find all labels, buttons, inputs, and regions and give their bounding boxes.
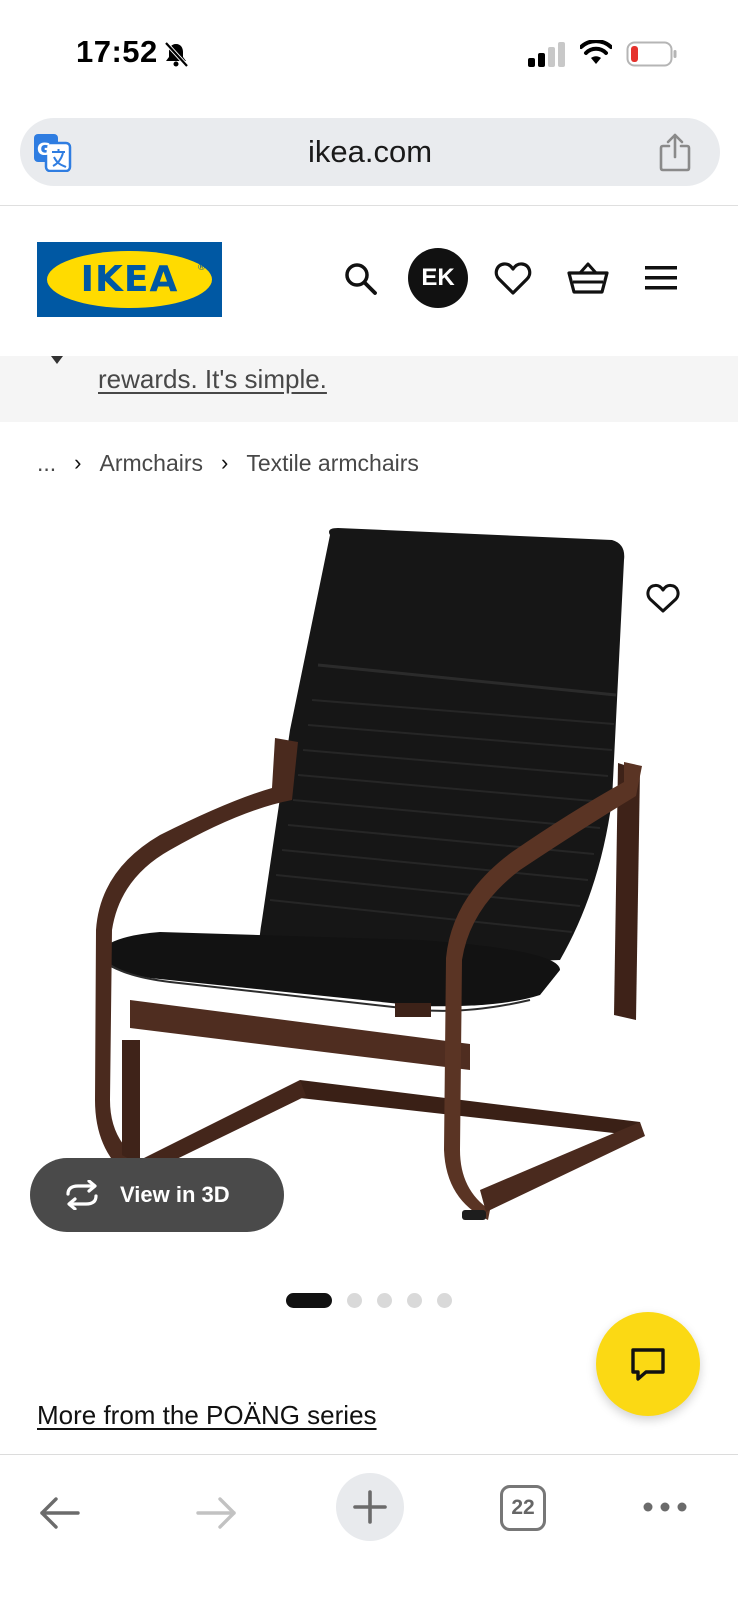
search-icon[interactable] — [343, 261, 379, 297]
chevron-right-icon: › — [74, 450, 82, 475]
tabs-button[interactable]: 22 — [500, 1485, 546, 1531]
bell-slash-icon — [164, 41, 189, 68]
chat-bubble-icon — [631, 1348, 665, 1381]
browser-toolbar: 22 — [0, 1454, 738, 1600]
battery-low-icon — [626, 41, 677, 67]
rotate-3d-icon — [66, 1180, 98, 1210]
pager-dot-active[interactable] — [286, 1292, 332, 1308]
breadcrumb-armchairs[interactable]: Armchairs — [100, 450, 204, 477]
ikea-logo[interactable]: IKEA ® — [37, 242, 222, 317]
chevron-right-icon: › — [221, 450, 229, 475]
cellular-signal-icon — [528, 42, 565, 67]
product-image[interactable] — [0, 500, 738, 1260]
view-in-3d-label: View in 3D — [120, 1182, 230, 1207]
site-header: IKEA ® EK — [0, 206, 738, 356]
promo-link[interactable]: rewards. It's simple. — [98, 364, 327, 395]
back-arrow-icon[interactable] — [38, 1495, 82, 1531]
more-icon[interactable] — [642, 1501, 688, 1513]
promo-heart-icon — [51, 356, 63, 364]
logo-text: IKEA — [80, 259, 179, 300]
status-time: 17:52 — [76, 34, 158, 69]
menu-icon[interactable] — [645, 264, 677, 292]
status-bar: 17:52 — [0, 0, 738, 100]
breadcrumb-textile-armchairs[interactable]: Textile armchairs — [246, 450, 419, 477]
breadcrumb: ... › Armchairs › Textile armchairs — [37, 448, 419, 478]
heart-icon[interactable] — [494, 260, 532, 296]
address-bar[interactable]: G ikea.com — [20, 118, 720, 186]
breadcrumb-ellipsis[interactable]: ... — [37, 450, 56, 477]
share-icon[interactable] — [658, 132, 692, 172]
url-text[interactable]: ikea.com — [20, 118, 720, 186]
image-pager[interactable] — [286, 1292, 467, 1308]
registered-mark: ® — [197, 263, 206, 273]
promo-banner: rewards. It's simple. — [0, 356, 738, 422]
pager-dot[interactable] — [377, 1292, 392, 1308]
pager-dot[interactable] — [437, 1292, 452, 1308]
forward-arrow-icon[interactable] — [194, 1495, 238, 1531]
view-in-3d-button[interactable]: View in 3D — [30, 1158, 284, 1232]
user-avatar[interactable]: EK — [408, 248, 468, 308]
wifi-icon — [580, 40, 612, 64]
pager-dot[interactable] — [347, 1292, 362, 1308]
add-to-favourites-icon[interactable] — [646, 582, 680, 614]
series-link[interactable]: More from the POÄNG series — [37, 1400, 377, 1431]
new-tab-button[interactable] — [336, 1473, 404, 1541]
pager-dot[interactable] — [407, 1292, 422, 1308]
basket-icon[interactable] — [567, 260, 609, 296]
plus-icon — [353, 1490, 387, 1524]
chat-button[interactable] — [596, 1312, 700, 1416]
